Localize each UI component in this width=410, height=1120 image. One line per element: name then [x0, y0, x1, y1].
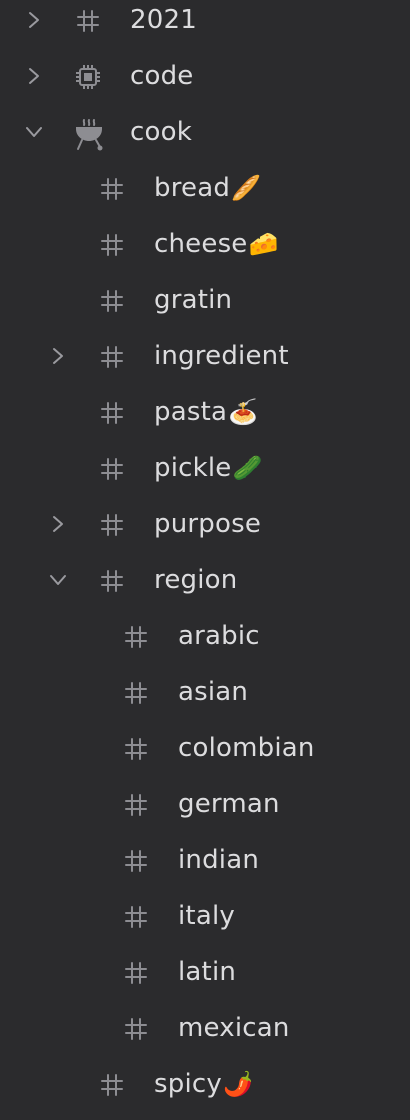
- tag-icon: [122, 623, 150, 651]
- tree-item-label: german: [178, 789, 280, 819]
- tree-item-label: region: [154, 565, 238, 595]
- tree-item-label: ingredient: [154, 341, 289, 371]
- tag-icon: [98, 287, 126, 315]
- tree-item-label: pasta: [154, 397, 228, 427]
- tag-icon: [98, 231, 126, 259]
- tag-icon: [98, 455, 126, 483]
- baguette-emoji-icon: 🥖: [231, 174, 262, 202]
- tree-item-label: purpose: [154, 509, 262, 539]
- tag-icon: [122, 791, 150, 819]
- tag-icon: [98, 175, 126, 203]
- tree-item-label: bread: [154, 173, 231, 203]
- tag-icon: [98, 511, 126, 539]
- chevron-right-icon[interactable]: [46, 344, 70, 368]
- cucumber-emoji-icon: 🥒: [232, 454, 263, 482]
- chevron-right-icon[interactable]: [22, 64, 46, 88]
- chevron-down-icon[interactable]: [22, 120, 46, 144]
- tree-item-2021[interactable]: 2021: [0, 0, 410, 52]
- spaghetti-emoji-icon: 🍝: [228, 398, 259, 426]
- tree-item-label: cheese: [154, 229, 248, 259]
- tree-item-label: code: [130, 61, 194, 91]
- tree-item-label: colombian: [178, 733, 315, 763]
- tree-item-pasta[interactable]: pasta🍝: [0, 388, 410, 444]
- tree-item-label: spicy: [154, 1069, 222, 1099]
- tag-icon: [122, 903, 150, 931]
- tree-item-cheese[interactable]: cheese🧀: [0, 220, 410, 276]
- tree-item-asian[interactable]: asian: [0, 668, 410, 724]
- chevron-down-icon[interactable]: [46, 568, 70, 592]
- tree-item-label: pickle: [154, 453, 232, 483]
- tree-item-ingredient[interactable]: ingredient: [0, 332, 410, 388]
- chevron-right-icon[interactable]: [22, 8, 46, 32]
- tag-icon: [98, 399, 126, 427]
- chili-pepper-emoji-icon: 🌶️: [222, 1070, 254, 1098]
- tree-item-label: latin: [178, 957, 237, 987]
- tree-item-italy[interactable]: italy: [0, 892, 410, 948]
- tree-item-purpose[interactable]: purpose: [0, 500, 410, 556]
- cheese-emoji-icon: 🧀: [248, 230, 279, 258]
- grill-icon: [72, 117, 106, 151]
- tree-item-colombian[interactable]: colombian: [0, 724, 410, 780]
- chevron-right-icon[interactable]: [46, 512, 70, 536]
- tree-item-label: cook: [130, 117, 192, 147]
- tag-icon: [122, 959, 150, 987]
- tree-item-label: asian: [178, 677, 249, 707]
- tree-item-cook[interactable]: cook: [0, 108, 410, 164]
- tag-icon: [122, 679, 150, 707]
- tag-icon: [98, 343, 126, 371]
- tree-item-mexican[interactable]: mexican: [0, 1004, 410, 1060]
- tag-tree: 2021 code cook bread🥖 cheese🧀 gratin ing…: [0, 0, 410, 1120]
- tree-item-gratin[interactable]: gratin: [0, 276, 410, 332]
- cpu-icon: [74, 63, 102, 91]
- tree-item-latin[interactable]: latin: [0, 948, 410, 1004]
- tag-icon: [122, 735, 150, 763]
- tag-icon: [122, 1015, 150, 1043]
- tag-icon: [98, 1071, 126, 1099]
- tree-item-code[interactable]: code: [0, 52, 410, 108]
- tree-item-indian[interactable]: indian: [0, 836, 410, 892]
- tree-item-region[interactable]: region: [0, 556, 410, 612]
- tag-icon: [74, 7, 102, 35]
- tag-icon: [122, 847, 150, 875]
- tree-item-spicy[interactable]: spicy🌶️: [0, 1060, 410, 1116]
- tree-item-label: indian: [178, 845, 260, 875]
- tree-item-label: mexican: [178, 1013, 290, 1043]
- tag-icon: [98, 567, 126, 595]
- tree-item-arabic[interactable]: arabic: [0, 612, 410, 668]
- tree-item-bread[interactable]: bread🥖: [0, 164, 410, 220]
- tree-item-pickle[interactable]: pickle🥒: [0, 444, 410, 500]
- tree-item-label: arabic: [178, 621, 260, 651]
- tree-item-label: 2021: [130, 5, 197, 35]
- tree-item-label: gratin: [154, 285, 233, 315]
- tree-item-label: italy: [178, 901, 235, 931]
- tree-item-german[interactable]: german: [0, 780, 410, 836]
